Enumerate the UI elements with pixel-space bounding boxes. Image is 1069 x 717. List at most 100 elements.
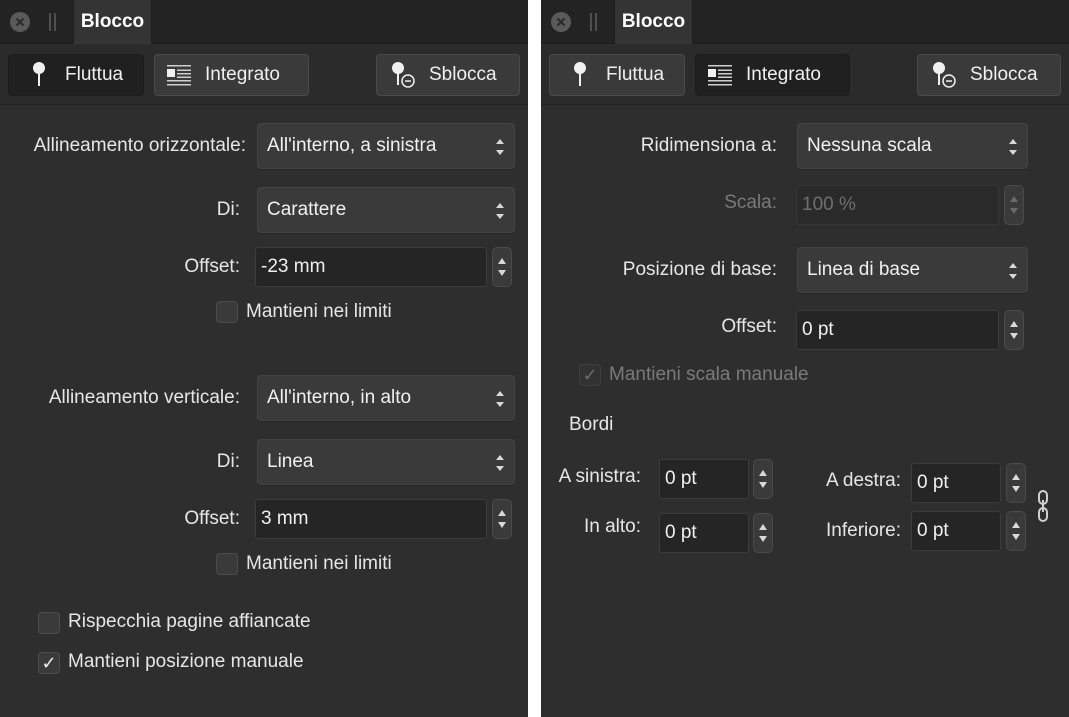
border-right-value: 0 pt — [917, 472, 949, 493]
border-right-stepper[interactable] — [1006, 463, 1026, 503]
float-button[interactable]: Fluttua — [549, 54, 685, 96]
tab-blocco[interactable]: Blocco — [614, 0, 693, 44]
horizontal-keep-checkbox[interactable] — [216, 301, 238, 323]
base-position-value: Linea di base — [807, 259, 921, 280]
pin-minus-icon — [932, 60, 956, 90]
pin-minus-icon — [391, 60, 415, 90]
horizontal-from-select[interactable]: Carattere — [257, 187, 515, 233]
resize-select[interactable]: Nessuna scala — [797, 123, 1028, 169]
panel-right: Blocco Fluttua Integrato Sblocca Ridimen… — [541, 0, 1069, 717]
unlock-label: Sblocca — [970, 64, 1038, 85]
border-top-input[interactable]: 0 pt — [659, 513, 749, 553]
border-left-stepper[interactable] — [753, 459, 773, 499]
grip-handle[interactable] — [48, 13, 58, 31]
border-top-stepper[interactable] — [753, 513, 773, 553]
vertical-offset-input[interactable]: 3 mm — [255, 499, 487, 539]
inline-button[interactable]: Integrato — [154, 54, 309, 96]
border-left-value: 0 pt — [665, 468, 697, 489]
horizontal-align-value: All'interno, a sinistra — [267, 135, 437, 156]
resize-value: Nessuna scala — [807, 135, 932, 156]
manual-position-checkbox[interactable]: ✓ — [38, 652, 60, 674]
select-arrows-icon — [496, 203, 504, 219]
resize-label: Ridimensiona a: — [640, 135, 777, 156]
vertical-align-select[interactable]: All'interno, in alto — [257, 375, 515, 421]
offset-value: 0 pt — [802, 319, 834, 340]
inline-text-icon — [708, 60, 732, 90]
titlebar: Blocco — [541, 0, 1069, 44]
border-bottom-input[interactable]: 0 pt — [911, 511, 1001, 551]
horizontal-keep-label: Mantieni nei limiti — [246, 301, 392, 322]
border-bottom-label: Inferiore: — [826, 520, 901, 541]
vertical-align-label: Allineamento verticale: — [48, 387, 240, 408]
horizontal-from-value: Carattere — [267, 199, 347, 220]
pin-icon — [27, 60, 51, 90]
tab-blocco[interactable]: Blocco — [73, 0, 152, 44]
border-right-input[interactable]: 0 pt — [911, 463, 1001, 503]
select-arrows-icon — [496, 139, 504, 155]
inline-button[interactable]: Integrato — [695, 54, 850, 96]
scale-value: 100 % — [802, 194, 856, 215]
float-button[interactable]: Fluttua — [8, 54, 144, 96]
horizontal-offset-stepper[interactable] — [492, 247, 512, 287]
horizontal-offset-value: -23 mm — [261, 256, 326, 277]
border-bottom-stepper[interactable] — [1006, 511, 1026, 551]
scale-label: Scala: — [724, 192, 777, 213]
offset-label: Offset: — [721, 316, 777, 337]
horizontal-offset-label: Offset: — [184, 256, 240, 277]
offset-stepper[interactable] — [1004, 310, 1024, 350]
vertical-from-label: Di: — [216, 451, 240, 472]
mirror-pages-checkbox[interactable] — [38, 612, 60, 634]
close-icon[interactable] — [10, 12, 30, 32]
scale-stepper[interactable] — [1004, 185, 1024, 225]
borders-section-title: Bordi — [569, 414, 614, 435]
manual-scale-label: Mantieni scala manuale — [609, 364, 809, 385]
offset-input[interactable]: 0 pt — [796, 310, 999, 350]
select-arrows-icon — [1009, 263, 1017, 279]
border-bottom-value: 0 pt — [917, 520, 949, 541]
vertical-align-value: All'interno, in alto — [267, 387, 412, 408]
select-arrows-icon — [1009, 139, 1017, 155]
float-label: Fluttua — [606, 64, 665, 85]
inline-label: Integrato — [746, 64, 821, 85]
scale-input[interactable]: 100 % — [796, 185, 999, 225]
unlock-button[interactable]: Sblocca — [917, 54, 1061, 96]
pin-icon — [568, 60, 592, 90]
border-left-input[interactable]: 0 pt — [659, 459, 749, 499]
border-left-label: A sinistra: — [558, 466, 641, 487]
checkmark-icon: ✓ — [41, 653, 57, 673]
unlock-button[interactable]: Sblocca — [376, 54, 520, 96]
horizontal-align-label: Allineamento orizzontale: — [33, 135, 246, 156]
vertical-offset-value: 3 mm — [261, 508, 309, 529]
select-arrows-icon — [496, 455, 504, 471]
float-label: Fluttua — [65, 64, 124, 85]
panel-left: Blocco Fluttua Integrato Sblocca Allinea… — [0, 0, 528, 717]
vertical-offset-label: Offset: — [184, 508, 240, 529]
chain-link-icon[interactable] — [1037, 490, 1049, 528]
border-top-value: 0 pt — [665, 522, 697, 543]
base-position-select[interactable]: Linea di base — [797, 247, 1028, 293]
inline-text-icon — [167, 60, 191, 90]
titlebar: Blocco — [0, 0, 528, 44]
base-position-label: Posizione di base: — [622, 259, 777, 280]
toolbar: Fluttua Integrato Sblocca — [0, 45, 528, 105]
manual-scale-checkbox[interactable]: ✓ — [579, 364, 601, 386]
manual-position-label: Mantieni posizione manuale — [68, 651, 304, 672]
horizontal-align-select[interactable]: All'interno, a sinistra — [257, 123, 515, 169]
border-top-label: In alto: — [583, 516, 641, 537]
border-right-label: A destra: — [826, 470, 901, 491]
checkmark-icon: ✓ — [582, 365, 598, 385]
horizontal-from-label: Di: — [216, 199, 240, 220]
inline-label: Integrato — [205, 64, 280, 85]
vertical-offset-stepper[interactable] — [492, 499, 512, 539]
select-arrows-icon — [496, 391, 504, 407]
vertical-from-select[interactable]: Linea — [257, 439, 515, 485]
grip-handle[interactable] — [589, 13, 599, 31]
horizontal-offset-input[interactable]: -23 mm — [255, 247, 487, 287]
close-icon[interactable] — [551, 12, 571, 32]
vertical-from-value: Linea — [267, 451, 314, 472]
vertical-keep-label: Mantieni nei limiti — [246, 553, 392, 574]
vertical-keep-checkbox[interactable] — [216, 553, 238, 575]
mirror-pages-label: Rispecchia pagine affiancate — [68, 611, 311, 632]
unlock-label: Sblocca — [429, 64, 497, 85]
toolbar: Fluttua Integrato Sblocca — [541, 45, 1069, 105]
